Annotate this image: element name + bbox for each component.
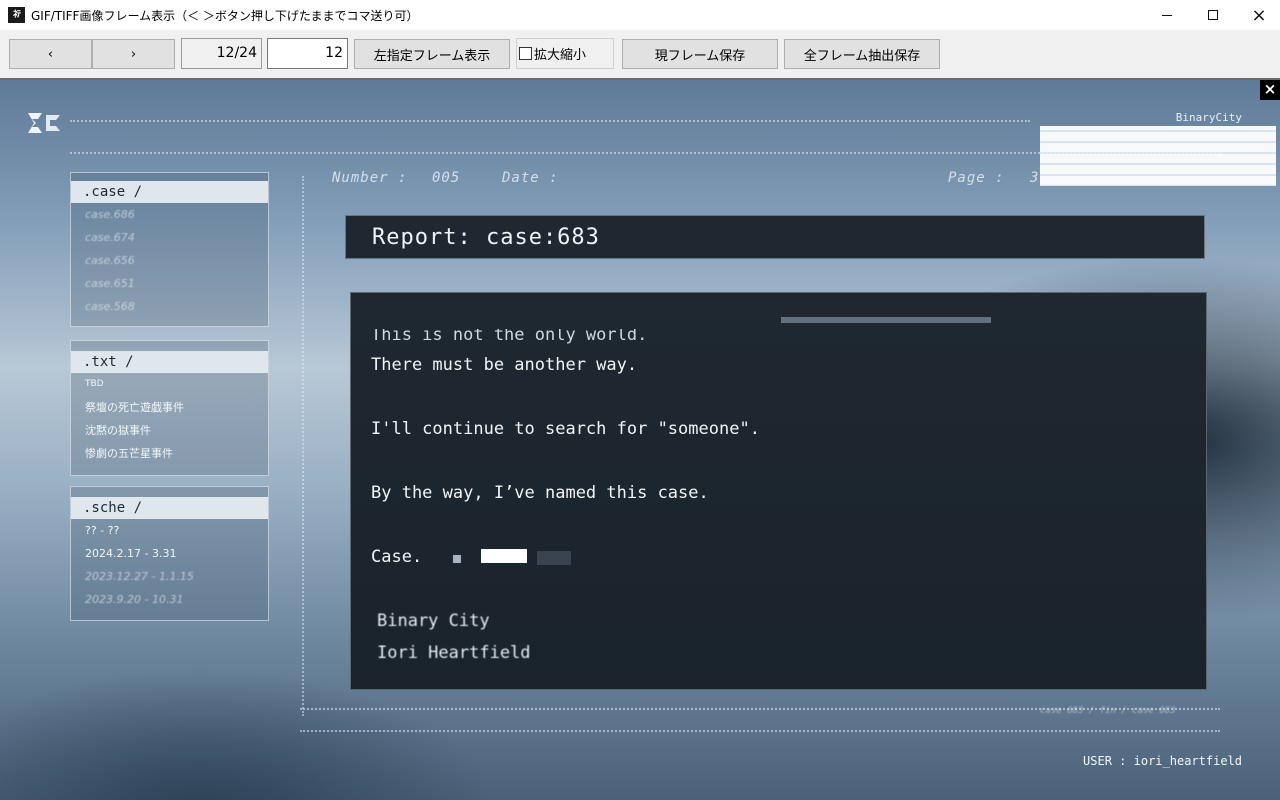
save-all-frames-button[interactable]: 全フレーム抽出保存 [784, 39, 940, 69]
title-bar: ﾈﾃ GIF/TIFF画像フレーム表示（＜ ＞ボタン押し下げたままでコマ送り可）… [0, 0, 1280, 30]
report-title: Report: case:683 [372, 225, 600, 250]
zoom-label: 拡大縮小 [534, 48, 587, 63]
case-list-item: case.656 [85, 254, 135, 267]
redacted-block [537, 551, 571, 565]
page-value: 3 [1030, 170, 1040, 186]
sche-list-item: 2023.9.20 - 10.31 [85, 593, 184, 606]
case-list-item: case.674 [85, 231, 135, 244]
txt-panel-header: .txt / [71, 351, 268, 373]
signature-line: Iori Heartfield [377, 643, 531, 663]
minimize-button[interactable] [1144, 0, 1190, 30]
case-panel-header: .case / [71, 181, 268, 203]
sche-list-item: 2023.12.27 - 1.1.15 [85, 570, 194, 583]
number-label: Number : [332, 170, 408, 186]
page-label: Page : [948, 170, 1005, 186]
prev-frame-button[interactable]: ‹ [9, 39, 92, 69]
divider [70, 120, 1030, 122]
logo-icon [28, 113, 60, 133]
divider [300, 730, 1220, 732]
report-body: This is not the only world. There must b… [350, 292, 1207, 690]
window-title: GIF/TIFF画像フレーム表示（＜ ＞ボタン押し下げたままでコマ送り可） [31, 9, 419, 23]
frame-counter: 12/24 [181, 38, 262, 69]
body-line: This is not the only world. [371, 325, 648, 345]
signature-line: Binary City [377, 611, 490, 631]
close-button[interactable]: × [1236, 0, 1280, 30]
body-line: I'll continue to search for "someone". [371, 419, 760, 439]
app-icon: ﾈﾃ [8, 7, 25, 23]
sche-list-item: ?? - ?? [85, 524, 120, 537]
sche-panel: .sche / ?? - ?? 2024.2.17 - 3.31 2023.12… [70, 486, 269, 621]
checkbox-box[interactable] [519, 47, 532, 60]
date-label: Date : [502, 170, 559, 186]
brand-label: BinaryCity [1175, 111, 1242, 124]
case-list-item: case.568 [85, 300, 135, 313]
number-value: 005 [432, 170, 461, 186]
frame-number-input[interactable]: 12 [267, 38, 348, 69]
txt-panel: .txt / TBD 祭壇の死亡遊戯事件 沈黙の獄事件 惨劇の五芒星事件 [70, 340, 269, 476]
redacted-block [453, 555, 461, 563]
next-frame-button[interactable]: › [92, 39, 175, 69]
show-specified-frame-button[interactable]: 左指定フレーム表示 [354, 39, 510, 69]
viewer-close-button[interactable]: × [1260, 80, 1280, 100]
maximize-button[interactable] [1190, 0, 1236, 30]
divider [70, 152, 1220, 154]
body-line: There must be another way. [371, 355, 638, 375]
case-list-item: case.686 [85, 208, 135, 221]
txt-list-item: 沈黙の獄事件 [85, 424, 151, 437]
divider [302, 176, 304, 716]
toolbar: ‹ › 12/24 12 左指定フレーム表示 拡大縮小 現フレーム保存 全フレー… [0, 30, 1280, 78]
sche-panel-header: .sche / [71, 497, 268, 519]
txt-list-item: TBD [85, 379, 104, 389]
close-icon: × [1251, 4, 1267, 26]
sche-list-item: 2024.2.17 - 3.31 [85, 547, 177, 560]
maximize-icon [1208, 10, 1218, 20]
image-frame-view: × BinaryCity Number : 005 Date : Page : … [0, 78, 1280, 800]
body-line: Case. [371, 547, 423, 567]
txt-list-item: 祭壇の死亡遊戯事件 [85, 401, 184, 414]
case-panel: .case / case.686 case.674 case.656 case.… [70, 172, 269, 327]
save-current-frame-button[interactable]: 現フレーム保存 [622, 39, 778, 69]
zoom-checkbox[interactable]: 拡大縮小 [516, 38, 614, 69]
report-header: Report: case:683 [345, 215, 1205, 259]
minimize-icon [1162, 14, 1172, 16]
txt-list-item: 惨劇の五芒星事件 [85, 447, 173, 460]
glitch-artifact [1040, 126, 1276, 186]
footer-note: case 683 / fin / case 683 [1040, 706, 1176, 716]
user-label: USER : iori_heartfield [1083, 754, 1242, 768]
redacted-block [481, 549, 527, 563]
case-list-item: case.651 [85, 277, 135, 290]
body-line: By the way, I’ve named this case. [371, 483, 709, 503]
